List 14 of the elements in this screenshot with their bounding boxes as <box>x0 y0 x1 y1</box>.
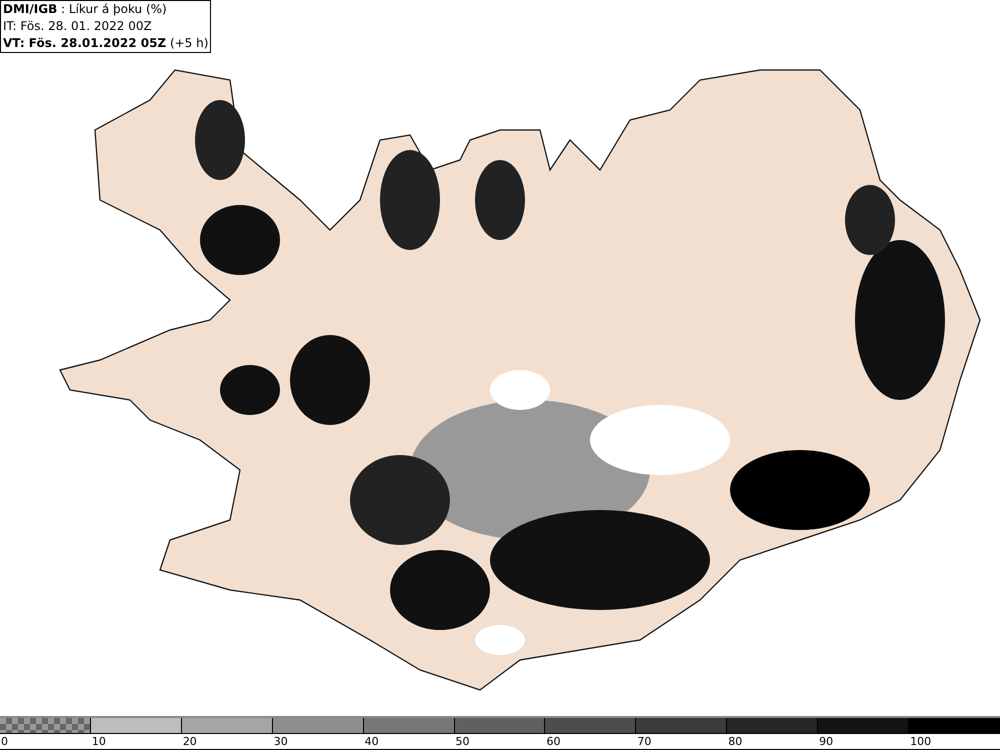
valid-time: VT: Fös. 28.01.2022 05Z (+5 h) <box>3 35 208 52</box>
legend-tick-label: 20 <box>182 734 197 749</box>
legend-tick-label: 90 <box>819 734 834 749</box>
map-title: DMI/IGB : Líkur á þoku (%) <box>3 1 168 18</box>
legend-tick-label: 80 <box>728 734 742 749</box>
legend-tick-label: 0 <box>1 734 8 749</box>
legend-tick-label: 100 <box>910 734 932 749</box>
legend-tick-label: 10 <box>92 734 106 749</box>
legend-tick-label: 30 <box>274 734 288 749</box>
init-time: IT: Fös. 28. 01. 2022 00Z <box>3 18 153 35</box>
legend-tick-label: 70 <box>637 734 652 749</box>
legend-tick-label: 50 <box>456 734 470 749</box>
legend-tick-label: 60 <box>546 734 560 749</box>
legend-tick-label: 40 <box>364 734 379 749</box>
